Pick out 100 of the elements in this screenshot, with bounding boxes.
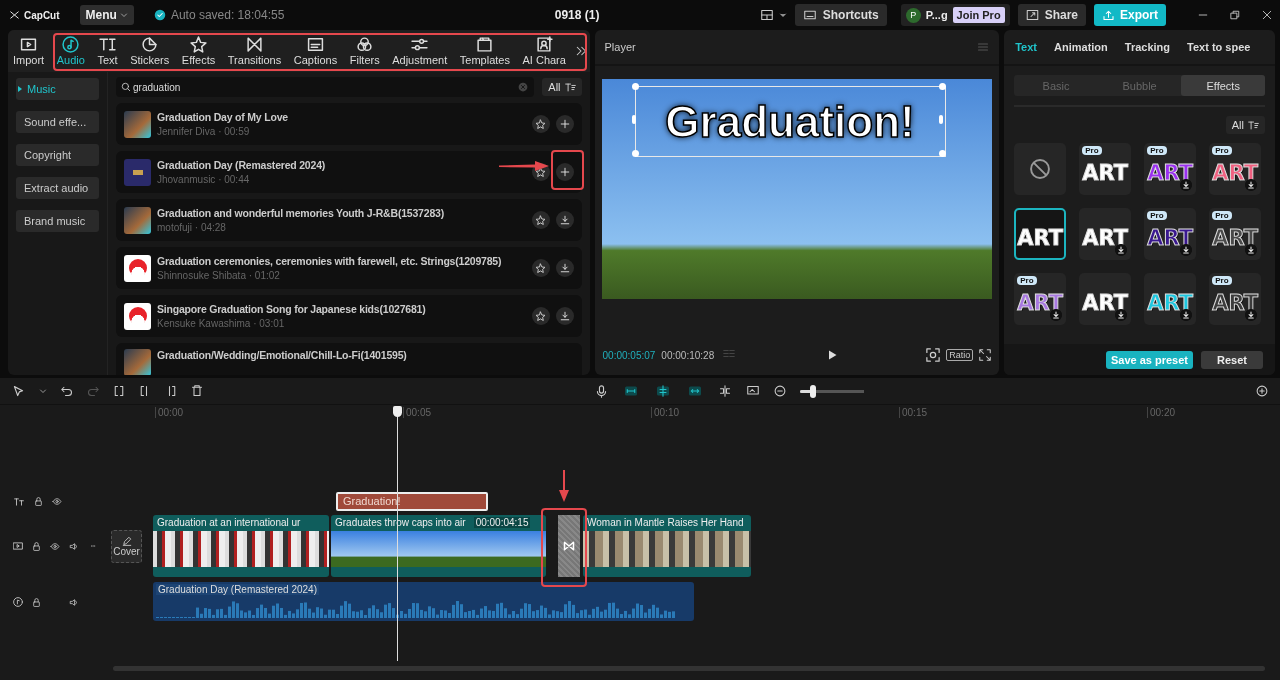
search-field[interactable]: graduation xyxy=(116,77,535,97)
text-effect-tile[interactable]: Pro ART xyxy=(1209,273,1262,325)
music-list-item[interactable]: Singapore Graduation Song for Japanese kids(1027681) Kensuke Kawashima · 03:01 xyxy=(116,295,582,337)
lock-icon[interactable] xyxy=(34,497,43,506)
video-clip[interactable]: Graduation at an international ur xyxy=(153,515,329,577)
lock-icon[interactable] xyxy=(32,541,41,551)
audio-clip[interactable]: Graduation Day (Remastered 2024) xyxy=(153,582,694,621)
text-effect-tile[interactable]: Pro ART xyxy=(1014,273,1067,325)
media-tab[interactable]: Text xyxy=(94,36,121,66)
lock-icon[interactable] xyxy=(32,597,41,607)
inspector-tab[interactable]: Text xyxy=(1015,41,1037,53)
speaker-icon[interactable] xyxy=(69,597,79,607)
effect-preview-text: ART xyxy=(1082,161,1129,185)
video-clip[interactable]: Woman in Mantle Raises Her Hand xyxy=(583,515,751,577)
music-list-item[interactable]: Graduation Day (Remastered 2024) Jhovanmusic · 00:44 xyxy=(116,151,582,193)
sidebar-item[interactable]: Copyright xyxy=(16,144,99,166)
download-button[interactable] xyxy=(555,259,574,277)
zoom-in-icon[interactable] xyxy=(1256,385,1268,397)
media-tab[interactable]: Filters xyxy=(346,36,383,66)
restore-icon[interactable] xyxy=(1230,10,1240,20)
music-list-item[interactable]: Graduation/Wedding/Emotional/Chill-Lo-Fi(1401595) xyxy=(116,343,582,375)
media-tab[interactable]: Audio xyxy=(53,36,88,66)
resize-handle[interactable] xyxy=(631,83,639,90)
split-icon[interactable] xyxy=(113,385,125,397)
resize-handle[interactable] xyxy=(631,115,636,124)
delete-icon[interactable] xyxy=(191,385,203,397)
media-tab[interactable]: Templates xyxy=(456,36,513,66)
text-effect-tile[interactable]: ART xyxy=(1144,273,1197,325)
zoom-slider-handle[interactable] xyxy=(809,384,816,398)
media-tab[interactable]: Captions xyxy=(290,36,341,66)
download-button[interactable] xyxy=(555,211,574,229)
text-effect-tile[interactable]: Pro ART xyxy=(1144,143,1197,195)
eye-icon[interactable] xyxy=(50,541,60,551)
text-effect-tile[interactable]: Pro ART xyxy=(1209,208,1262,260)
filter-button[interactable]: All xyxy=(542,78,582,96)
center-split-icon[interactable] xyxy=(718,385,732,397)
double-chevron-icon[interactable] xyxy=(575,45,588,57)
favorite-button[interactable] xyxy=(531,259,550,277)
reset-button[interactable]: Reset xyxy=(1201,350,1263,369)
music-list-item[interactable]: Graduation and wonderful memories Youth J-R&B(1537283) motofuji · 04:28 xyxy=(116,199,582,241)
text-effect-tile[interactable]: Pro ART xyxy=(1079,143,1132,195)
sidebar-item[interactable]: Sound effe... xyxy=(16,111,99,133)
download-button[interactable] xyxy=(555,307,574,325)
eye-icon[interactable] xyxy=(52,497,62,506)
text-effect-tile[interactable]: ART xyxy=(1079,273,1132,325)
media-tab[interactable]: Adjustment xyxy=(389,36,451,66)
undo-icon[interactable] xyxy=(61,385,73,397)
resize-handle[interactable] xyxy=(938,83,946,90)
ratio-button[interactable]: Ratio xyxy=(946,349,974,361)
play-icon[interactable] xyxy=(826,349,839,361)
sidebar-item[interactable]: Extract audio xyxy=(16,177,99,199)
favorite-button[interactable] xyxy=(531,115,550,133)
avatar-circle[interactable]: P xyxy=(905,7,921,23)
menu-button[interactable]: Menu xyxy=(79,5,134,25)
resize-handle[interactable] xyxy=(631,150,639,157)
preview-icon[interactable] xyxy=(746,385,760,397)
sidebar-item[interactable]: Brand music xyxy=(16,210,99,232)
more-icon[interactable] xyxy=(88,544,98,548)
music-list-item[interactable]: Graduation ceremonies, ceremonies with farewell, etc. Strings(1209785) Shinnosuke Shibata · 01:02 xyxy=(116,247,582,289)
connect-icon[interactable] xyxy=(686,385,704,397)
pointer-icon[interactable] xyxy=(12,384,25,398)
text-effect-tile[interactable]: ART xyxy=(1014,208,1067,260)
horizontal-scrollbar[interactable] xyxy=(113,666,1265,671)
link-icon[interactable] xyxy=(622,385,640,397)
focus-icon[interactable] xyxy=(926,348,941,362)
sidebar-item[interactable]: Music xyxy=(16,78,99,100)
no-effect-tile[interactable] xyxy=(1014,143,1067,195)
music-list-item[interactable]: Graduation Day of My Love Jennifer Diva · 00:59 xyxy=(116,103,582,145)
close-icon[interactable] xyxy=(1262,10,1272,20)
resize-handle[interactable] xyxy=(938,115,943,124)
filter-button[interactable]: All xyxy=(1225,116,1265,134)
transition-block[interactable] xyxy=(558,515,580,577)
media-tab[interactable]: Stickers xyxy=(127,36,173,66)
layout-icon[interactable] xyxy=(759,9,774,21)
shortcuts-button[interactable]: Shortcuts xyxy=(794,4,887,26)
media-tab[interactable]: Effects xyxy=(178,36,219,66)
favorite-button[interactable] xyxy=(531,211,550,229)
inspector-tab[interactable]: Animation xyxy=(1054,41,1108,53)
fullscreen-icon[interactable] xyxy=(979,349,992,361)
resize-handle[interactable] xyxy=(938,150,946,157)
style-tab[interactable]: Effects xyxy=(1181,75,1265,96)
favorite-button[interactable] xyxy=(531,307,550,325)
text-effect-tile[interactable]: Pro ART xyxy=(1144,208,1197,260)
add-button[interactable] xyxy=(555,115,574,133)
inspector-tab[interactable]: Tracking xyxy=(1124,41,1171,53)
media-tab[interactable]: Import xyxy=(10,36,48,66)
media-tab[interactable]: Transitions xyxy=(224,36,285,66)
media-tab[interactable]: AI Chara xyxy=(519,36,569,66)
share-button[interactable]: Share xyxy=(1017,4,1086,26)
cover-button[interactable]: Cover xyxy=(111,529,142,563)
join-pro-button[interactable]: Join Pro xyxy=(952,7,1005,23)
add-button[interactable] xyxy=(555,163,574,181)
inspector-tab[interactable]: Text to spee xyxy=(1187,41,1251,53)
account-name[interactable]: P...g xyxy=(925,9,948,21)
zoom-out-icon[interactable] xyxy=(774,385,786,397)
caret-icon[interactable] xyxy=(778,11,787,19)
text-effect-tile[interactable]: ART xyxy=(1079,208,1132,260)
text-effect-tile[interactable]: Pro ART xyxy=(1209,143,1262,195)
speaker-icon[interactable] xyxy=(69,541,79,551)
microphone-icon[interactable] xyxy=(595,384,608,398)
